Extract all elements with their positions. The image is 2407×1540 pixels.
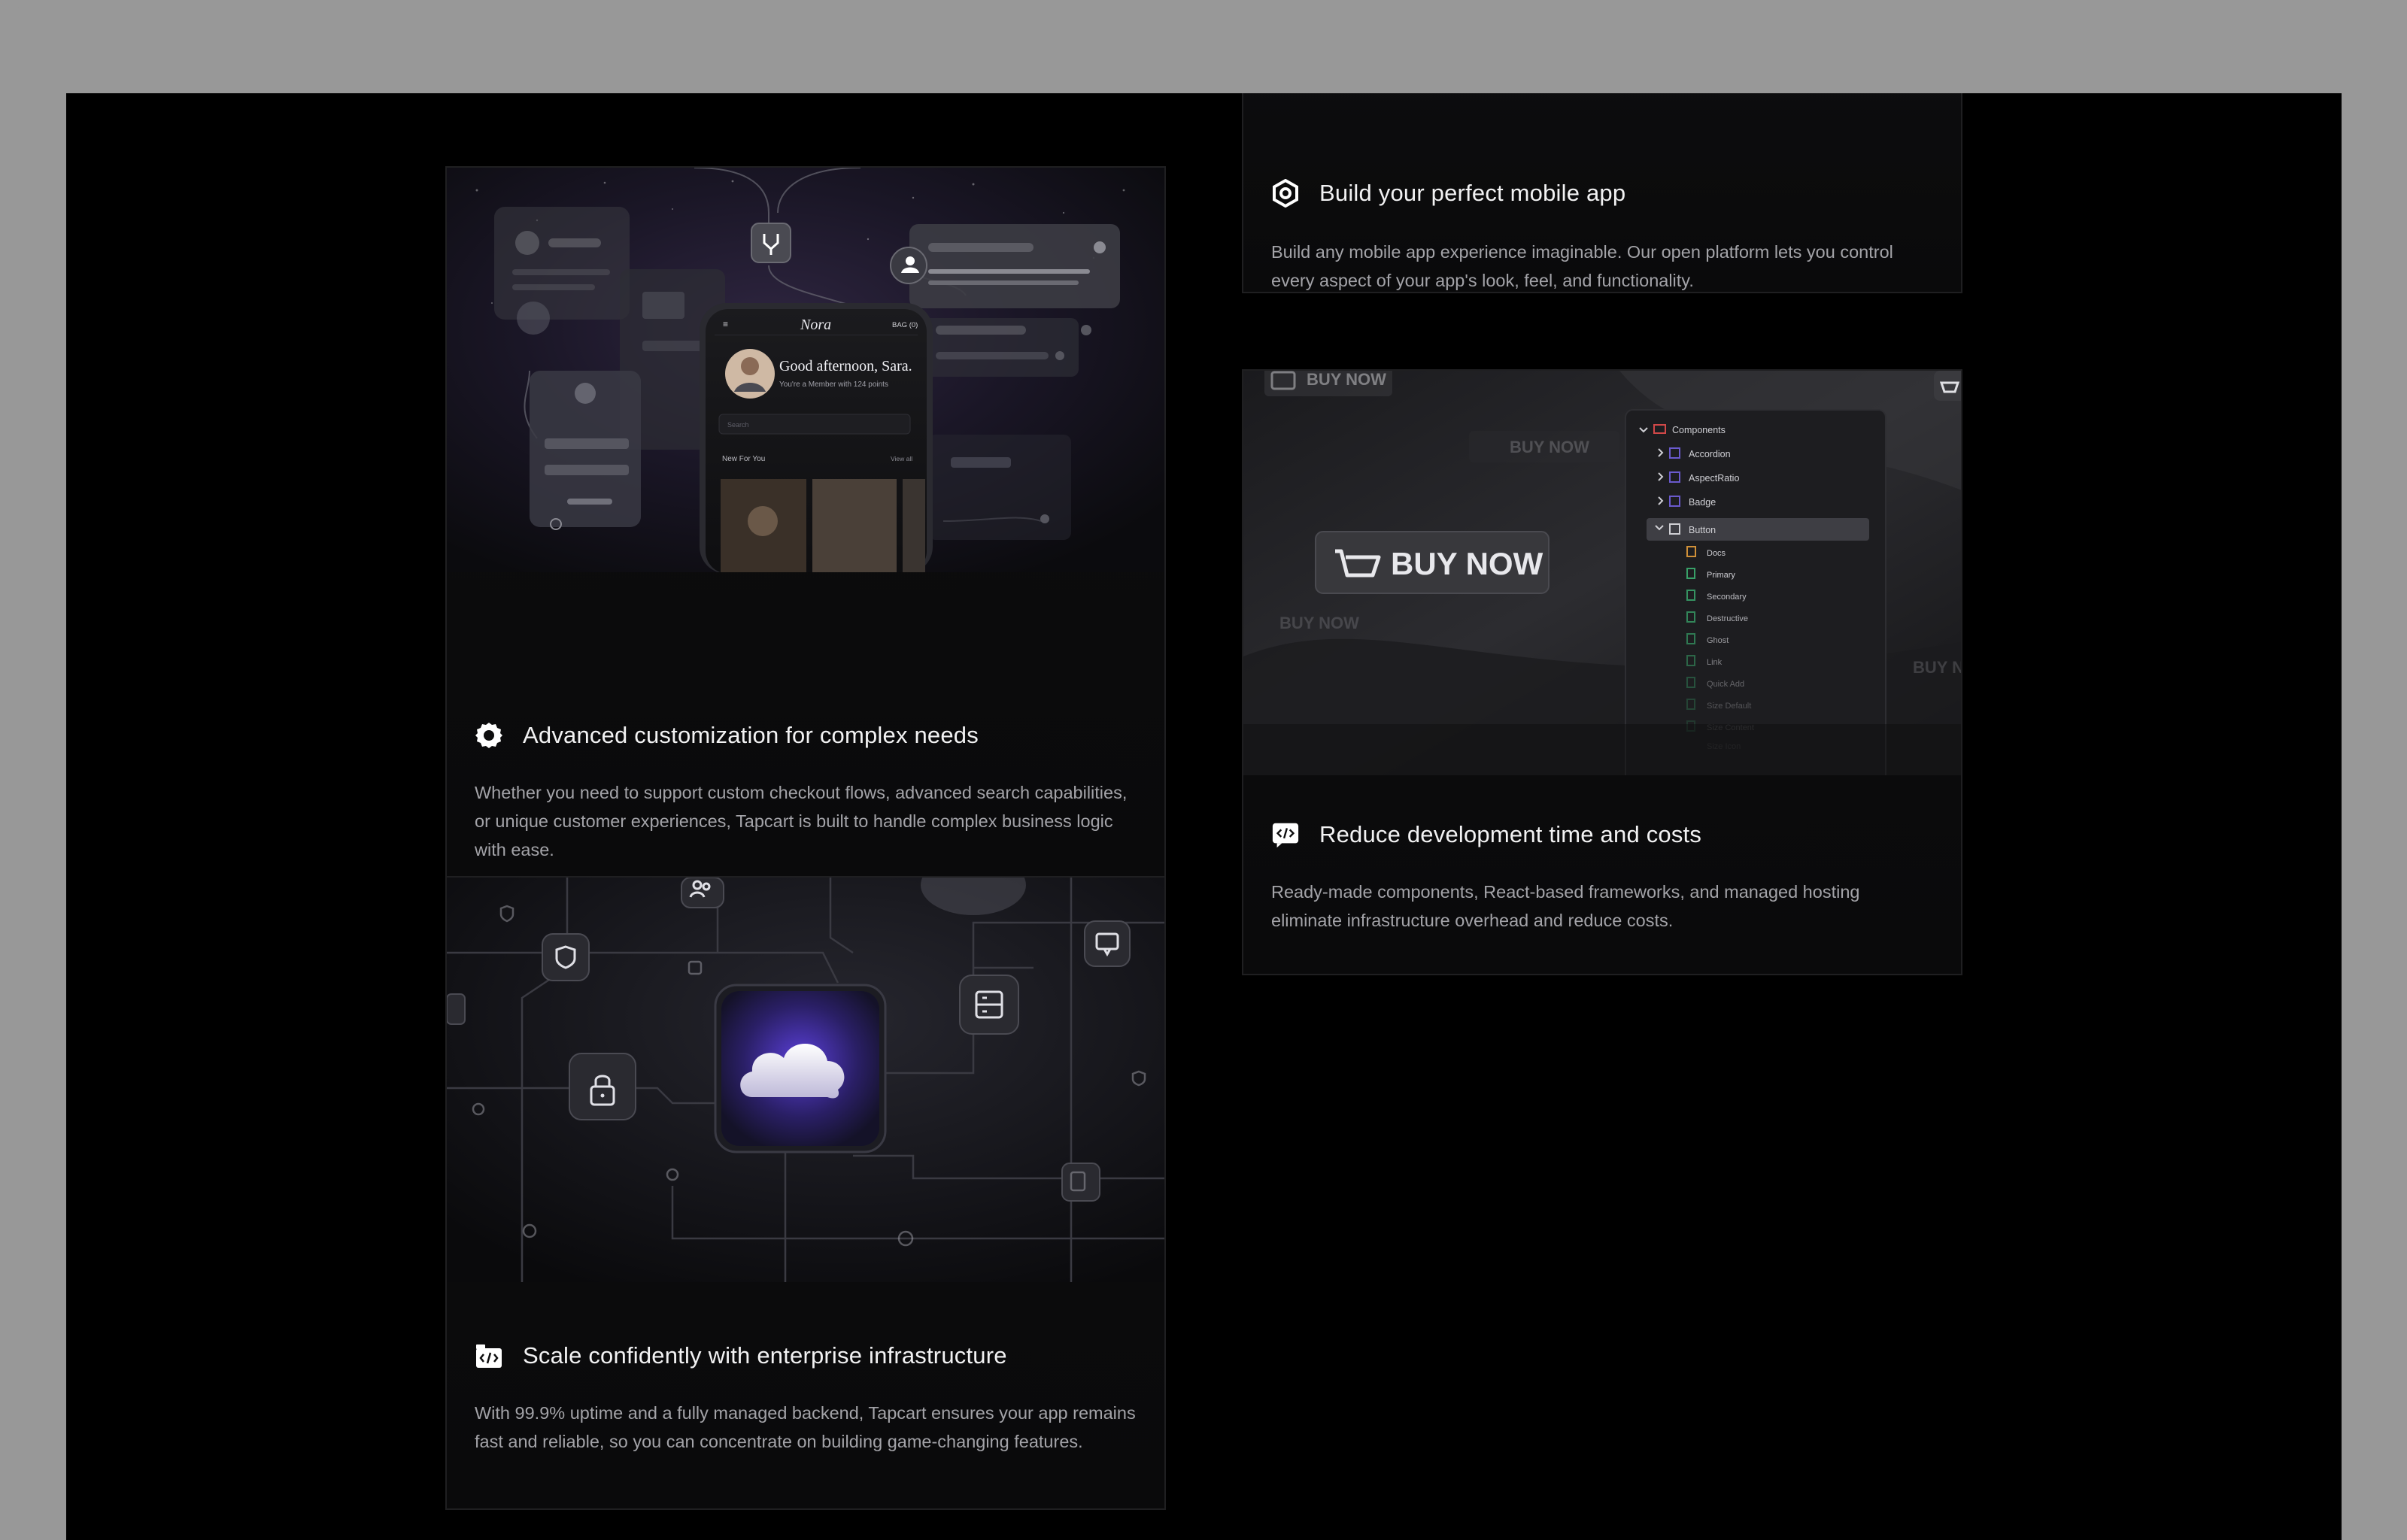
page-viewport: Build your perfect mobile app Build any … [66, 93, 2342, 1540]
greeting-text: Good afternoon, Sara. [779, 358, 912, 374]
component-library-illustration: BUY NOW BUY NOW BUY NOW BUY N BUY NOW Co… [1243, 371, 1961, 775]
tree-child-1: Primary [1707, 571, 1735, 580]
ghost-buy-now-top: BUY NOW [1307, 371, 1386, 389]
svg-text:BUY N: BUY N [1913, 658, 1961, 677]
app-builder-illustration: ≡ Nora BAG (0) Good afternoon, Sara. You… [447, 168, 1164, 572]
tree-child-0: Docs [1707, 549, 1726, 558]
feature-card-description: Ready-made components, React-based frame… [1271, 882, 1860, 930]
section-link: View all [891, 455, 912, 462]
hexagon-icon [1271, 179, 1300, 208]
tree-item-1: AspectRatio [1689, 473, 1739, 484]
tree-item-0: Accordion [1689, 449, 1731, 459]
tree-root-label: Components [1672, 425, 1726, 435]
feature-card-title: Advanced customization for complex needs [523, 722, 979, 748]
app-brand: Nora [800, 317, 831, 333]
svg-text:BUY NOW: BUY NOW [1510, 438, 1589, 456]
gear-icon [475, 721, 503, 750]
tree-child-3: Destructive [1707, 614, 1748, 623]
feature-card-dev-time: BUY NOW BUY NOW BUY NOW BUY N BUY NOW Co… [1242, 369, 1962, 975]
feature-card-heading: Advanced customization for complex needs [475, 721, 979, 750]
section-label: New For You [722, 455, 765, 463]
tree-item-3: Button [1689, 525, 1716, 535]
buy-now-button-preview: BUY NOW [1391, 546, 1543, 581]
tree-child-7: Size Default [1707, 702, 1751, 711]
tree-child-5: Link [1707, 658, 1723, 667]
tree-item-2: Badge [1689, 497, 1716, 508]
code-window-icon [475, 1341, 503, 1370]
feature-card-mobile-app: Build your perfect mobile app Build any … [1242, 93, 1962, 293]
bag-label: BAG (0) [892, 321, 918, 329]
feature-card-title: Reduce development time and costs [1319, 821, 1702, 847]
svg-text:≡: ≡ [723, 319, 728, 329]
svg-text:BUY NOW: BUY NOW [1279, 614, 1359, 632]
tree-child-6: Quick Add [1707, 680, 1744, 689]
cloud-infrastructure-illustration [447, 878, 1164, 1282]
tree-child-4: Ghost [1707, 636, 1729, 645]
feature-card-title: Scale confidently with enterprise infras… [523, 1342, 1007, 1369]
feature-card-heading: Build your perfect mobile app [1271, 179, 1625, 208]
feature-card-description: Build any mobile app experience imaginab… [1271, 242, 1893, 290]
greeting-subtext: You're a Member with 124 points [779, 380, 888, 389]
feature-card-infrastructure: Scale confidently with enterprise infras… [445, 876, 1166, 1510]
device-frame: Build your perfect mobile app Build any … [0, 0, 2407, 1540]
feature-card-heading: Reduce development time and costs [1271, 820, 1701, 849]
tree-child-2: Secondary [1707, 593, 1747, 602]
feature-card-title: Build your perfect mobile app [1319, 180, 1626, 206]
feature-card-description: Whether you need to support custom check… [475, 783, 1128, 859]
code-icon [1271, 820, 1300, 849]
feature-card-description: With 99.9% uptime and a fully managed ba… [475, 1403, 1136, 1451]
feature-card-heading: Scale confidently with enterprise infras… [475, 1341, 1007, 1370]
feature-card-customization: ≡ Nora BAG (0) Good afternoon, Sara. You… [445, 166, 1166, 895]
phone-search-input: Search [727, 421, 749, 429]
